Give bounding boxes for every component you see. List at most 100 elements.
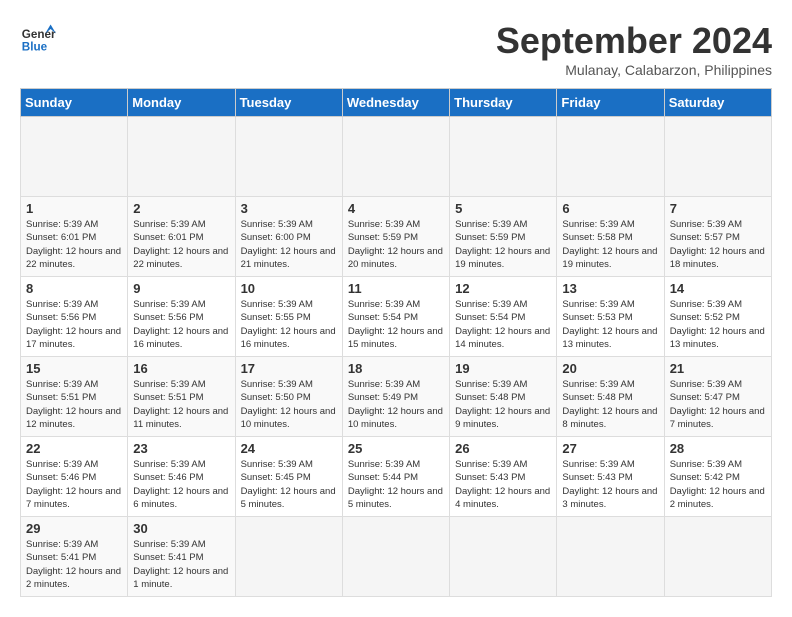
svg-text:Blue: Blue	[22, 41, 48, 54]
month-title: September 2024	[496, 20, 772, 62]
calendar-cell: 4 Sunrise: 5:39 AMSunset: 5:59 PMDaylight…	[342, 197, 449, 277]
cell-detail: Sunrise: 5:39 AMSunset: 5:53 PMDaylight:…	[562, 298, 658, 351]
cell-detail: Sunrise: 5:39 AMSunset: 5:55 PMDaylight:…	[241, 298, 337, 351]
cell-detail: Sunrise: 5:39 AMSunset: 5:49 PMDaylight:…	[348, 378, 444, 431]
calendar-cell: 27Sunrise: 5:39 AMSunset: 5:43 PMDayligh…	[557, 437, 664, 517]
cell-detail: Sunrise: 5:39 AMSunset: 5:44 PMDaylight:…	[348, 458, 444, 511]
day-number: 22	[26, 441, 122, 456]
calendar-cell: 15 Sunrise: 5:39 AMSunset: 5:51 PMDayligh…	[21, 357, 128, 437]
calendar-cell	[128, 117, 235, 197]
weekday-header-saturday: Saturday	[664, 89, 771, 117]
calendar-cell: 6Sunrise: 5:39 AMSunset: 5:58 PMDaylight…	[557, 197, 664, 277]
day-number: 25	[348, 441, 444, 456]
calendar-table: SundayMondayTuesdayWednesdayThursdayFrid…	[20, 88, 772, 597]
day-number: 12	[455, 281, 551, 296]
cell-detail: Sunrise: 5:39 AMSunset: 5:56 PMDaylight:…	[133, 298, 229, 351]
calendar-cell: 23 Sunrise: 5:39 AMSunset: 5:46 PMDayligh…	[128, 437, 235, 517]
svg-text:General: General	[22, 28, 56, 41]
calendar-cell: 29 Sunrise: 5:39 AMSunset: 5:41 PMDayligh…	[21, 517, 128, 597]
calendar-cell: 10Sunrise: 5:39 AMSunset: 5:55 PMDayligh…	[235, 277, 342, 357]
cell-detail: Sunrise: 5:39 AMSunset: 5:56 PMDaylight:…	[26, 298, 122, 351]
cell-detail: Sunrise: 5:39 AMSunset: 6:01 PMDaylight:…	[133, 218, 229, 271]
calendar-cell: 1 Sunrise: 5:39 AMSunset: 6:01 PMDaylight…	[21, 197, 128, 277]
logo-icon: General Blue	[20, 20, 56, 56]
day-number: 15	[26, 361, 122, 376]
calendar-cell	[21, 117, 128, 197]
calendar-cell: 26Sunrise: 5:39 AMSunset: 5:43 PMDayligh…	[450, 437, 557, 517]
calendar-cell: 25 Sunrise: 5:39 AMSunset: 5:44 PMDayligh…	[342, 437, 449, 517]
cell-detail: Sunrise: 5:39 AMSunset: 5:42 PMDaylight:…	[670, 458, 766, 511]
location: Mulanay, Calabarzon, Philippines	[496, 62, 772, 78]
page-header: General Blue September 2024 Mulanay, Cal…	[20, 20, 772, 78]
day-number: 1	[26, 201, 122, 216]
weekday-header-friday: Friday	[557, 89, 664, 117]
title-block: September 2024 Mulanay, Calabarzon, Phil…	[496, 20, 772, 78]
calendar-cell: 14 Sunrise: 5:39 AMSunset: 5:52 PMDayligh…	[664, 277, 771, 357]
day-number: 9	[133, 281, 229, 296]
calendar-cell: 24 Sunrise: 5:39 AMSunset: 5:45 PMDayligh…	[235, 437, 342, 517]
weekday-header-monday: Monday	[128, 89, 235, 117]
day-number: 30	[133, 521, 229, 536]
cell-detail: Sunrise: 5:39 AMSunset: 5:57 PMDaylight:…	[670, 218, 766, 271]
cell-detail: Sunrise: 5:39 AMSunset: 5:59 PMDaylight:…	[348, 218, 444, 271]
cell-detail: Sunrise: 5:39 AMSunset: 5:41 PMDaylight:…	[133, 538, 229, 591]
day-number: 18	[348, 361, 444, 376]
day-number: 13	[562, 281, 658, 296]
calendar-cell: 16Sunrise: 5:39 AMSunset: 5:51 PMDayligh…	[128, 357, 235, 437]
calendar-cell: 11Sunrise: 5:39 AMSunset: 5:54 PMDayligh…	[342, 277, 449, 357]
day-number: 29	[26, 521, 122, 536]
calendar-cell	[664, 517, 771, 597]
cell-detail: Sunrise: 5:39 AMSunset: 5:59 PMDaylight:…	[455, 218, 551, 271]
day-number: 3	[241, 201, 337, 216]
cell-detail: Sunrise: 5:39 AMSunset: 5:41 PMDaylight:…	[26, 538, 122, 591]
calendar-cell: 3 Sunrise: 5:39 AMSunset: 6:00 PMDaylight…	[235, 197, 342, 277]
day-number: 20	[562, 361, 658, 376]
day-number: 2	[133, 201, 229, 216]
cell-detail: Sunrise: 5:39 AMSunset: 6:00 PMDaylight:…	[241, 218, 337, 271]
day-number: 24	[241, 441, 337, 456]
cell-detail: Sunrise: 5:39 AMSunset: 5:51 PMDaylight:…	[133, 378, 229, 431]
cell-detail: Sunrise: 5:39 AMSunset: 5:51 PMDaylight:…	[26, 378, 122, 431]
calendar-cell	[235, 517, 342, 597]
cell-detail: Sunrise: 5:39 AMSunset: 5:45 PMDaylight:…	[241, 458, 337, 511]
calendar-cell: 19 Sunrise: 5:39 AMSunset: 5:48 PMDayligh…	[450, 357, 557, 437]
day-number: 14	[670, 281, 766, 296]
calendar-cell	[235, 117, 342, 197]
day-number: 6	[562, 201, 658, 216]
weekday-header-sunday: Sunday	[21, 89, 128, 117]
calendar-cell: 5 Sunrise: 5:39 AMSunset: 5:59 PMDaylight…	[450, 197, 557, 277]
cell-detail: Sunrise: 5:39 AMSunset: 6:01 PMDaylight:…	[26, 218, 122, 271]
weekday-header-wednesday: Wednesday	[342, 89, 449, 117]
cell-detail: Sunrise: 5:39 AMSunset: 5:46 PMDaylight:…	[133, 458, 229, 511]
calendar-cell	[450, 517, 557, 597]
day-number: 5	[455, 201, 551, 216]
calendar-cell: 13 Sunrise: 5:39 AMSunset: 5:53 PMDayligh…	[557, 277, 664, 357]
calendar-cell: 17 Sunrise: 5:39 AMSunset: 5:50 PMDayligh…	[235, 357, 342, 437]
cell-detail: Sunrise: 5:39 AMSunset: 5:52 PMDaylight:…	[670, 298, 766, 351]
calendar-cell: 7Sunrise: 5:39 AMSunset: 5:57 PMDaylight…	[664, 197, 771, 277]
calendar-cell	[342, 117, 449, 197]
calendar-cell: 2 Sunrise: 5:39 AMSunset: 6:01 PMDaylight…	[128, 197, 235, 277]
cell-detail: Sunrise: 5:39 AMSunset: 5:50 PMDaylight:…	[241, 378, 337, 431]
cell-detail: Sunrise: 5:39 AMSunset: 5:54 PMDaylight:…	[455, 298, 551, 351]
calendar-cell	[557, 517, 664, 597]
cell-detail: Sunrise: 5:39 AMSunset: 5:48 PMDaylight:…	[455, 378, 551, 431]
calendar-cell: 30 Sunrise: 5:39 AMSunset: 5:41 PMDayligh…	[128, 517, 235, 597]
day-number: 23	[133, 441, 229, 456]
cell-detail: Sunrise: 5:39 AMSunset: 5:47 PMDaylight:…	[670, 378, 766, 431]
day-number: 17	[241, 361, 337, 376]
calendar-cell: 18 Sunrise: 5:39 AMSunset: 5:49 PMDayligh…	[342, 357, 449, 437]
calendar-cell	[450, 117, 557, 197]
day-number: 11	[348, 281, 444, 296]
day-number: 19	[455, 361, 551, 376]
day-number: 28	[670, 441, 766, 456]
calendar-cell: 9 Sunrise: 5:39 AMSunset: 5:56 PMDaylight…	[128, 277, 235, 357]
weekday-header-tuesday: Tuesday	[235, 89, 342, 117]
day-number: 27	[562, 441, 658, 456]
weekday-header-thursday: Thursday	[450, 89, 557, 117]
logo: General Blue	[20, 20, 56, 56]
calendar-cell	[342, 517, 449, 597]
day-number: 26	[455, 441, 551, 456]
day-number: 4	[348, 201, 444, 216]
calendar-cell: 12 Sunrise: 5:39 AMSunset: 5:54 PMDayligh…	[450, 277, 557, 357]
